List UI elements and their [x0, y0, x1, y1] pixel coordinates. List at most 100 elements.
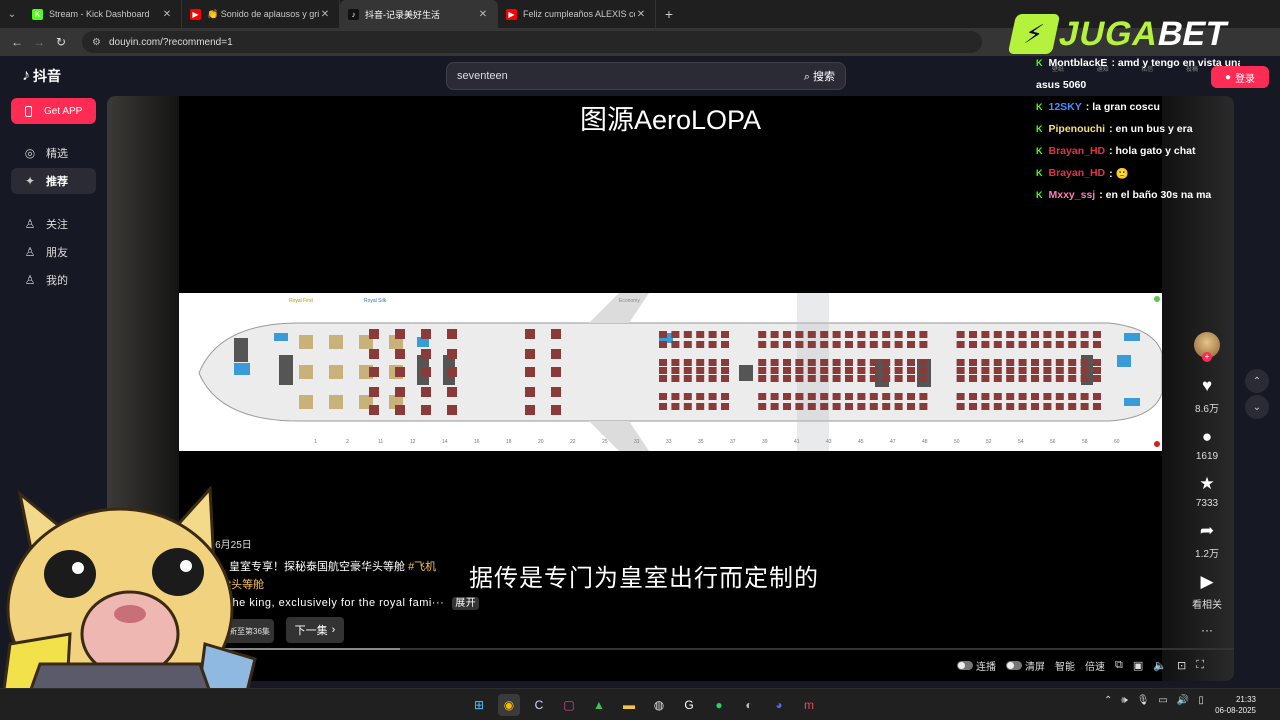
steam-icon[interactable]: ◐ [738, 694, 760, 716]
clear-screen-toggle[interactable]: 清屏 [1006, 658, 1045, 673]
cursor-app-icon[interactable]: C [528, 694, 550, 716]
economy-seat [1018, 393, 1027, 400]
tab-search-icon[interactable]: ⌄ [0, 0, 24, 28]
new-tab-button[interactable]: + [656, 6, 682, 22]
row-number: 60 [1114, 439, 1120, 445]
close-icon[interactable]: ✕ [161, 9, 173, 20]
forward-icon[interactable]: → [28, 35, 50, 49]
economy-seat [721, 331, 729, 338]
logo-text: 抖音 [33, 68, 61, 84]
site-info-icon[interactable]: ⚙ [92, 37, 101, 48]
quality-button[interactable]: 智能 [1055, 658, 1075, 673]
sidebar-item[interactable]: ♙ 朋友 [11, 239, 96, 265]
first-class-seat [329, 365, 343, 379]
economy-seat [1031, 375, 1039, 382]
sidebar-item[interactable]: ✦ 推荐 [11, 168, 96, 194]
bluestacks-icon[interactable]: ▲ [588, 694, 610, 716]
taskbar-apps: ⊞ ◉ C ▢ ▲ ▬ ◍ G ● ◐ ◕ m [468, 694, 820, 716]
like-action[interactable]: ♥ 8.6万 [1195, 376, 1219, 415]
related-action[interactable]: ▶ 看相关 [1192, 572, 1222, 611]
spotify-icon[interactable]: ● [708, 694, 730, 716]
galley-block [1124, 333, 1140, 341]
browser-tab[interactable]: K Stream - Kick Dashboard ✕ [24, 0, 182, 28]
video-caption: 据传是专门为皇室出行而定制的 [469, 565, 819, 592]
row-number: 16 [474, 439, 480, 445]
follow-plus-icon[interactable]: + [1202, 352, 1212, 362]
get-app-button[interactable]: Get APP [11, 98, 96, 124]
obs-icon[interactable]: ◍ [648, 694, 670, 716]
business-seat [551, 349, 561, 359]
favorite-action[interactable]: ★ 7333 [1196, 474, 1218, 509]
mic-tray-icon[interactable]: 🎙 [1137, 695, 1150, 706]
browser-tab[interactable]: ▶ 👏 Sonido de aplausos y gritos ✕ [182, 0, 340, 28]
autoplay-toggle[interactable]: 连播 [957, 658, 996, 673]
economy-seat [919, 375, 928, 382]
economy-seat [845, 359, 853, 366]
sidebar-item[interactable]: ♙ 关注 [11, 211, 96, 237]
row-number: 12 [410, 439, 416, 445]
tab-favicon-icon: ♪ [348, 8, 359, 20]
douyin-logo[interactable]: ♪ 抖音 [22, 66, 61, 86]
chrome-icon[interactable]: ◉ [498, 694, 520, 716]
fullscreen-icon[interactable]: ⛶ [1196, 659, 1204, 672]
label-royal-silk: Royal Silk [364, 298, 387, 304]
app-red-icon[interactable]: m [798, 694, 820, 716]
close-icon[interactable]: ✕ [635, 9, 647, 20]
search-input[interactable]: seventeen ⌕ 搜索 [446, 62, 846, 90]
reload-icon[interactable]: ↻ [50, 35, 72, 49]
heart-icon: ♥ [1201, 376, 1213, 395]
economy-seat [1031, 393, 1039, 400]
row-number: 54 [1018, 439, 1024, 445]
discord-icon[interactable]: ◕ [768, 694, 790, 716]
sidebar-item[interactable]: ◎ 精选 [11, 140, 96, 166]
file-explorer-icon[interactable]: ▬ [618, 694, 640, 716]
comment-action[interactable]: ● 1619 [1196, 427, 1218, 462]
progress-bar[interactable] [107, 648, 1234, 650]
next-video-button[interactable]: ⌄ [1245, 395, 1269, 419]
back-icon[interactable]: ← [6, 35, 28, 49]
economy-seat [993, 331, 1002, 338]
tray-expand-icon[interactable]: ⌃ [1104, 695, 1112, 706]
capcut-icon[interactable]: G [678, 694, 700, 716]
chat-username: Mxxy_ssj [1048, 189, 1096, 201]
economy-seat [907, 393, 915, 400]
economy-seat [683, 341, 692, 348]
chat-username: Brayan_HD [1048, 145, 1106, 157]
economy-seat [956, 375, 965, 382]
search-button[interactable]: ⌕ 搜索 [804, 68, 845, 84]
author-avatar[interactable]: + [1194, 332, 1220, 362]
economy-seat [894, 393, 903, 400]
video-actions: + ♥ 8.6万 ● 1619 ★ 7333 ➦ 1.2万 ▶ 看相关 ··· [1190, 332, 1224, 649]
economy-seat [820, 375, 829, 382]
taskbar-clock[interactable]: 21:33 06-08-2025 [1208, 694, 1256, 716]
close-icon[interactable]: ✕ [477, 9, 489, 20]
previous-video-button[interactable]: ⌃ [1245, 369, 1269, 393]
economy-seat [869, 403, 878, 410]
windows-start-icon[interactable]: ⊞ [468, 694, 490, 716]
window-icon[interactable]: ▣ [1133, 659, 1143, 672]
browser-tab[interactable]: ▶ Feliz cumpleaños ALEXIS con M✕ [498, 0, 656, 28]
network-icon[interactable]: ▭ [1158, 695, 1167, 706]
economy-seat [1031, 331, 1039, 338]
address-bar[interactable]: ⚙ douyin.com/?recommend=1 [82, 31, 982, 53]
economy-seat [1055, 341, 1064, 348]
economy-seat [783, 393, 791, 400]
first-class-seat [299, 335, 313, 349]
speaker-tray-icon[interactable]: 🕪 [1121, 695, 1127, 706]
more-options-icon[interactable]: ··· [1201, 623, 1213, 637]
economy-seat [683, 393, 692, 400]
speed-button[interactable]: 倍速 [1085, 658, 1105, 673]
web-fullscreen-icon[interactable]: ⊡ [1177, 659, 1186, 672]
hashtag-airplane[interactable]: #飞机 [408, 561, 436, 573]
sidebar-item[interactable]: ♙ 我的 [11, 267, 96, 293]
vegas-icon[interactable]: ▢ [558, 694, 580, 716]
next-episode-button[interactable]: 下一集 › [286, 617, 344, 643]
share-action[interactable]: ➦ 1.2万 [1195, 521, 1219, 560]
battery-icon[interactable]: ▯ [1198, 695, 1204, 706]
picture-in-picture-icon[interactable]: ⧉ [1115, 659, 1123, 672]
browser-tab[interactable]: ♪ 抖音-记录美好生活 ✕ [340, 0, 498, 28]
close-icon[interactable]: ✕ [319, 9, 331, 20]
volume-icon[interactable]: 🔈 [1153, 659, 1167, 672]
volume-tray-icon[interactable]: 🔊 [1177, 695, 1189, 706]
expand-button[interactable]: 展开 [452, 597, 480, 610]
